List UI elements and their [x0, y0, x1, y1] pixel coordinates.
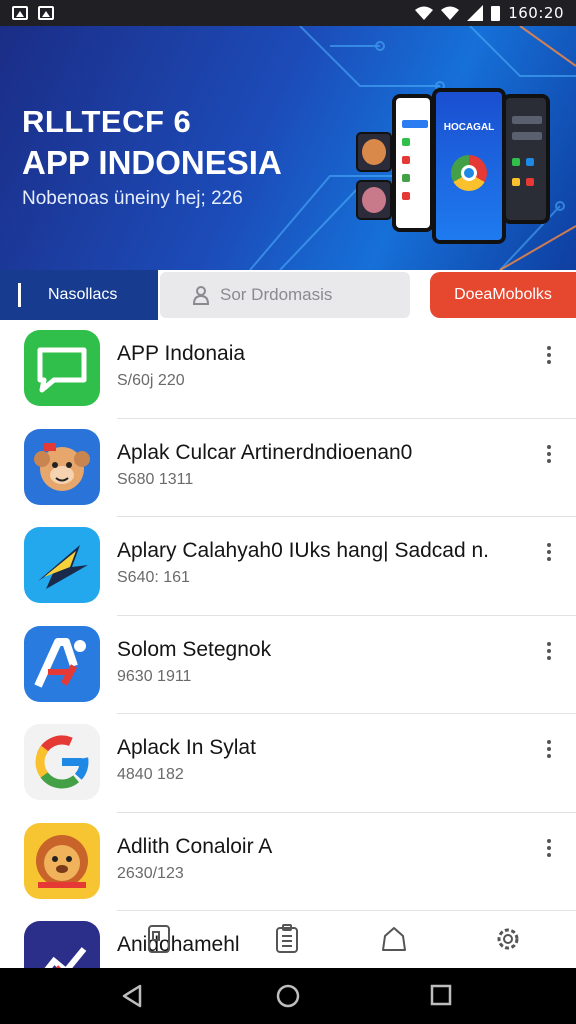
app-name: Adlith Conaloir A — [117, 834, 273, 858]
app-name: Aplak Culcar Artinerdndioenan0 — [117, 440, 413, 464]
more-icon[interactable] — [545, 838, 553, 861]
app-meta: S/60j 220 — [117, 372, 185, 389]
monkey-mascot-icon — [24, 428, 100, 505]
mascot-tile — [356, 132, 392, 172]
battery-icon — [491, 5, 501, 21]
system-nav-bar — [0, 968, 576, 1024]
list-item[interactable]: Adlith Conaloir A 2630/123 — [0, 813, 576, 911]
bag-icon[interactable] — [380, 924, 408, 954]
more-icon[interactable] — [545, 543, 553, 565]
image-icon — [38, 6, 54, 20]
more-icon[interactable] — [545, 740, 553, 762]
back-icon[interactable] — [120, 984, 144, 1008]
app-name: APP Indonaia — [117, 342, 246, 365]
phone-center: HOCAGAL — [432, 88, 506, 244]
phone-left — [392, 94, 434, 232]
more-icon[interactable] — [545, 346, 553, 368]
cta-button[interactable]: DoeaMobolks — [430, 272, 576, 318]
status-bar: 160:20 — [0, 0, 576, 26]
list-item[interactable]: APP Indonaia S/60j 220 — [0, 320, 576, 419]
app-meta: S680 1311 — [117, 470, 194, 488]
app-list: APP Indonaia S/60j 220 Aplak Culcar Arti… — [0, 320, 576, 1010]
app-meta: S640: 161 — [117, 569, 190, 586]
tab-nasollacs[interactable]: Nasollacs — [0, 270, 158, 320]
banner-title-line1: RLLTECF 6 — [22, 104, 192, 139]
list-item[interactable]: Solom Setegnok 9630 1911 — [0, 616, 576, 714]
wifi-icon — [441, 6, 460, 20]
phone-illustration: HOCAGAL — [352, 84, 552, 254]
app-meta: 2630/123 — [117, 864, 184, 882]
letter-a-icon — [24, 625, 100, 702]
more-icon[interactable] — [545, 444, 553, 467]
search-field[interactable]: Sor Drdomasis — [160, 272, 410, 318]
tab-indicator — [18, 283, 21, 307]
home-icon[interactable] — [276, 984, 300, 1008]
phone-right — [502, 94, 550, 224]
person-icon — [192, 286, 210, 305]
list-item[interactable]: Aplak Culcar Artinerdndioenan0 S680 1311 — [0, 419, 576, 517]
wifi-icon — [415, 6, 434, 20]
search-placeholder: Sor Drdomasis — [220, 285, 333, 304]
chrome-icon — [451, 155, 487, 192]
more-icon[interactable] — [545, 641, 553, 664]
app-screen: 160:20 RLLTECF 6 APP INDONESIA Nobenoas … — [0, 0, 576, 1024]
list-item[interactable]: Aplary Calahyah0 IUks hang| Sadcad n. S6… — [0, 517, 576, 616]
list-item[interactable]: Aplack In Sylat 4840 182 — [0, 714, 576, 813]
banner-title-line2: APP INDONESIA — [22, 144, 282, 181]
chat-bubble-icon — [24, 330, 100, 406]
tab-label: Nasollacs — [48, 286, 118, 303]
recents-icon[interactable] — [430, 984, 452, 1006]
app-meta: 4840 182 — [117, 766, 184, 783]
google-g-icon — [24, 724, 100, 800]
app-meta: 9630 1911 — [117, 667, 192, 685]
bottom-tab-bar — [0, 920, 576, 968]
clipboard-icon[interactable] — [273, 924, 301, 954]
bird-icon — [24, 527, 100, 603]
mascot-tile — [356, 180, 392, 220]
signal-icon — [467, 5, 484, 21]
settings-icon[interactable] — [494, 924, 522, 954]
status-time: 160:20 — [508, 4, 564, 22]
cta-label: DoeaMobolks — [454, 286, 552, 303]
tab-row: Nasollacs Sor Drdomasis DoeaMobolks — [0, 270, 576, 320]
promo-banner[interactable]: RLLTECF 6 APP INDONESIA Nobenoas üneiny … — [0, 26, 576, 270]
app-name: Aplack In Sylat — [117, 736, 256, 759]
device-icon[interactable] — [145, 924, 173, 954]
lion-mascot-icon — [24, 822, 100, 899]
banner-subtitle: Nobenoas üneiny hej; 226 — [22, 188, 243, 209]
phone-screen-label: HOCAGAL — [443, 122, 495, 133]
image-icon — [12, 6, 28, 20]
app-name: Aplary Calahyah0 IUks hang| Sadcad n. — [117, 539, 490, 562]
app-name: Solom Setegnok — [117, 637, 272, 661]
